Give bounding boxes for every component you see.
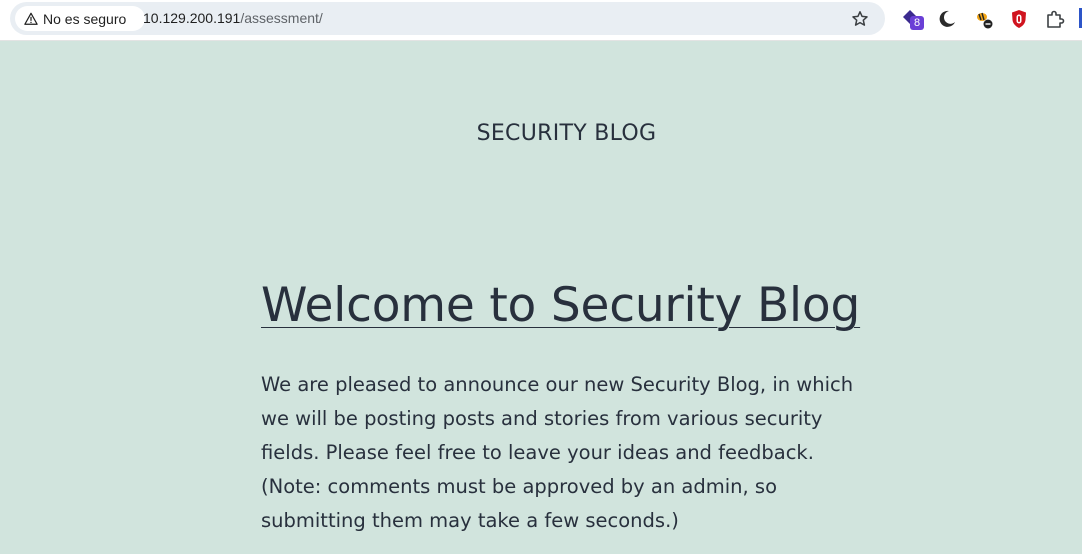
browser-toolbar: No es seguro 10.129.200.191/assessment/ … [0,0,1082,41]
dark-mode-icon[interactable] [936,8,958,30]
warning-icon [24,12,38,25]
post-title-link[interactable]: Welcome to Security Blog [261,278,860,333]
url-text[interactable]: 10.129.200.191/assessment/ [143,10,323,26]
site-title[interactable]: SECURITY BLOG [0,121,1082,146]
bee-extension-icon[interactable] [973,8,995,30]
post-body: We are pleased to announce our new Secur… [261,373,854,532]
extension-badge-icon[interactable]: 8 [901,8,924,30]
shield-extension-icon[interactable] [1008,8,1030,30]
security-label: No es seguro [43,10,127,27]
url-path: /assessment/ [240,10,323,26]
extension-badge-count: 8 [910,16,924,30]
address-bar[interactable]: No es seguro 10.129.200.191/assessment/ [10,2,885,35]
extensions-puzzle-icon[interactable] [1044,8,1066,30]
bookmark-star-icon[interactable] [850,9,870,29]
url-host: 10.129.200.191 [143,10,241,26]
security-indicator[interactable]: No es seguro [15,6,145,31]
